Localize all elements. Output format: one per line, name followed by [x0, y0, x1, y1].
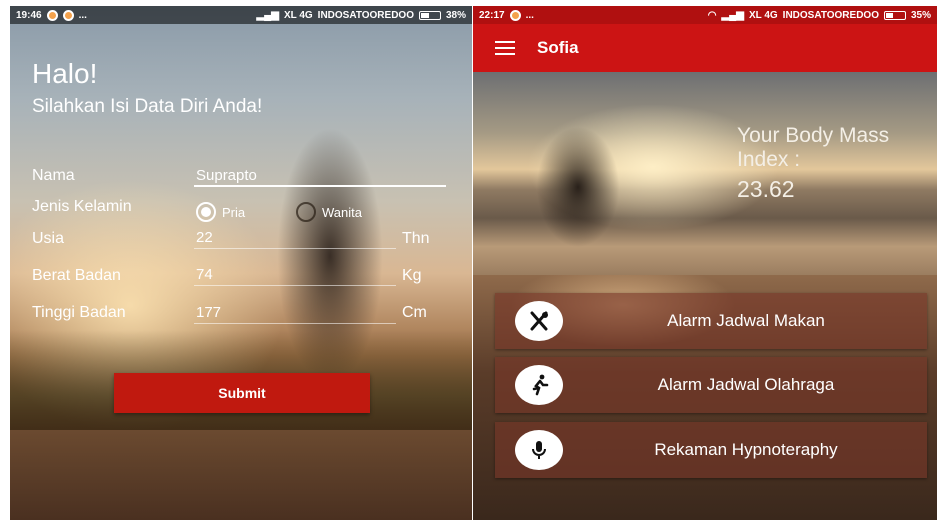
status-carrier: INDOSATOOREDOO: [317, 9, 414, 21]
bmi-hero-banner: [473, 72, 937, 275]
menu-item-label: Alarm Jadwal Makan: [667, 311, 825, 330]
app-bar: Sofia: [473, 24, 937, 72]
microphone-icon: [515, 430, 563, 470]
submit-button[interactable]: Submit: [114, 373, 370, 413]
weight-label: Berat Badan: [32, 267, 121, 284]
menu-item-alarm-makan[interactable]: Alarm Jadwal Makan: [495, 293, 927, 349]
gender-radio-pria[interactable]: Pria: [196, 202, 245, 222]
background-road: [10, 430, 472, 520]
status-time: 19:46: [16, 9, 42, 21]
age-unit: Thn: [402, 230, 430, 247]
status-battery: 38%: [445, 9, 466, 21]
name-label: Nama: [32, 167, 75, 184]
menu-item-rekaman[interactable]: Rekaman Hypnoteraphy: [495, 422, 927, 478]
name-input[interactable]: Suprapto: [194, 165, 446, 187]
height-unit: Cm: [402, 304, 427, 321]
notification-icon: [62, 9, 74, 21]
battery-icon: [418, 10, 441, 20]
greeting-title: Halo!: [32, 58, 98, 89]
status-bar: 19:46 ... ▂▄▆ XL 4G INDOSATOOREDOO 38%: [10, 6, 472, 24]
utensils-icon: [515, 301, 563, 341]
menu-item-label: Alarm Jadwal Olahraga: [657, 375, 835, 394]
app-title: Sofia: [537, 38, 579, 57]
age-input[interactable]: 22: [194, 227, 396, 249]
bmi-value: 23.62: [737, 176, 795, 202]
gender-label: Jenis Kelamin: [32, 198, 132, 215]
status-more: ...: [525, 9, 534, 21]
radio-selected-icon: [196, 202, 216, 222]
gender-option-label: Pria: [222, 204, 246, 220]
status-battery: 35%: [910, 9, 931, 21]
registration-screen: 19:46 ... ▂▄▆ XL 4G INDOSATOOREDOO 38% H…: [10, 6, 472, 520]
status-carrier: INDOSATOOREDOO: [782, 9, 879, 21]
status-network: XL 4G: [748, 9, 778, 21]
notification-icon: [509, 9, 521, 21]
status-more: ...: [78, 9, 87, 21]
weight-unit: Kg: [402, 267, 422, 284]
menu-icon[interactable]: [495, 41, 515, 55]
notification-icon: [46, 9, 58, 21]
status-network: XL 4G: [283, 9, 313, 21]
height-label: Tinggi Badan: [32, 304, 126, 321]
gender-option-label: Wanita: [322, 204, 362, 220]
wifi-icon: ◠: [707, 9, 717, 21]
signal-icon: ▂▄▆: [721, 9, 744, 21]
gender-radio-wanita[interactable]: Wanita: [296, 202, 362, 222]
menu-item-label: Rekaman Hypnoteraphy: [654, 440, 838, 459]
signal-icon: ▂▄▆: [256, 9, 279, 21]
running-person-icon: [515, 365, 563, 405]
age-label: Usia: [32, 230, 65, 247]
dashboard-screen: 22:17 ... ◠ ▂▄▆ XL 4G INDOSATOOREDOO 35%…: [473, 6, 937, 520]
battery-icon: [883, 10, 906, 20]
weight-input[interactable]: 74: [194, 264, 396, 286]
form-subtitle: Silahkan Isi Data Diri Anda!: [32, 96, 263, 117]
menu-item-alarm-olahraga[interactable]: Alarm Jadwal Olahraga: [495, 357, 927, 413]
status-time: 22:17: [479, 9, 505, 21]
radio-unselected-icon: [296, 202, 316, 222]
bmi-label: Your Body Mass Index :: [737, 124, 890, 171]
background-runner-image: [503, 102, 653, 272]
height-input[interactable]: 177: [194, 302, 396, 324]
status-bar: 22:17 ... ◠ ▂▄▆ XL 4G INDOSATOOREDOO 35%: [473, 6, 937, 24]
